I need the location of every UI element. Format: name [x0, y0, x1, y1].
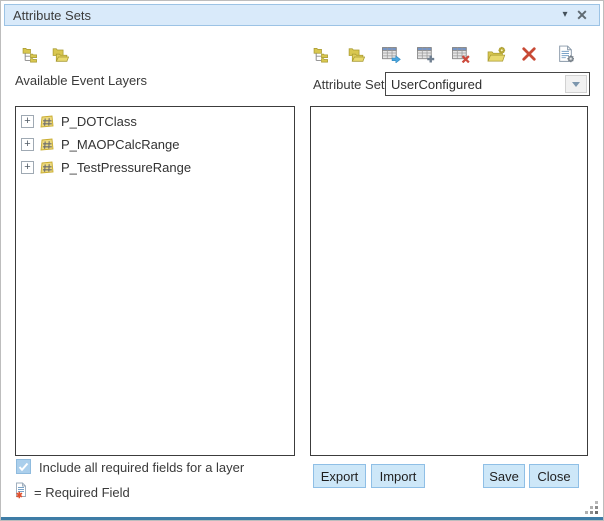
tree-row-p-testpressurerange[interactable]: + P_TestPressureRange	[16, 156, 294, 179]
table-delete-icon	[452, 46, 471, 63]
save-button[interactable]: Save	[483, 464, 525, 488]
attribute-set-combobox[interactable]: UserConfigured	[385, 72, 590, 96]
window-bottom-edge	[1, 517, 603, 520]
include-required-fields-label: Include all required fields for a layer	[39, 460, 244, 475]
chevron-down-icon	[572, 82, 580, 87]
import-button[interactable]: Import	[371, 464, 425, 488]
report-settings-icon	[557, 45, 574, 63]
attribute-set-contents-list[interactable]	[310, 106, 588, 456]
tree-row-p-maopcalcrange[interactable]: + P_MAOPCalcRange	[16, 133, 294, 156]
remove-table-button[interactable]	[451, 45, 471, 63]
combobox-dropdown-button[interactable]	[565, 75, 587, 93]
titlebar-menu-icon[interactable]: ▾	[557, 7, 573, 23]
delete-attribute-set-button[interactable]	[519, 45, 539, 63]
layer-label: P_DOTClass	[61, 114, 137, 129]
collapse-set-button[interactable]	[346, 45, 366, 63]
folders-icon	[347, 46, 365, 63]
new-attribute-set-button[interactable]	[486, 45, 506, 63]
export-table-button[interactable]	[381, 45, 401, 63]
close-button[interactable]: Close	[529, 464, 579, 488]
attribute-sets-window: Attribute Sets ▾ ✕	[0, 0, 604, 521]
required-field-legend-label: = Required Field	[34, 485, 130, 500]
check-icon	[18, 462, 29, 472]
expand-plus-icon[interactable]: +	[21, 161, 34, 174]
expand-plus-icon[interactable]: +	[21, 138, 34, 151]
collapse-layers-button[interactable]	[50, 45, 70, 63]
tree-expand-icon	[313, 46, 330, 63]
available-event-layers-label: Available Event Layers	[15, 73, 147, 88]
expand-layers-button[interactable]	[20, 45, 40, 63]
event-layer-tree: + P_DOTClass + P_MAOPCalcRang	[16, 107, 294, 179]
expand-plus-icon[interactable]: +	[21, 115, 34, 128]
include-required-fields-checkbox[interactable]	[16, 459, 31, 474]
expand-set-button[interactable]	[311, 45, 331, 63]
tree-expand-icon	[22, 46, 39, 63]
available-event-layers-list[interactable]: + P_DOTClass + P_MAOPCalcRang	[15, 106, 295, 456]
attribute-set-properties-button[interactable]	[555, 45, 575, 63]
event-layer-icon	[39, 114, 55, 130]
attribute-set-value: UserConfigured	[386, 77, 565, 92]
window-title: Attribute Sets	[13, 8, 91, 23]
red-x-icon	[522, 47, 536, 61]
table-arrow-icon	[382, 46, 401, 63]
tree-row-p-dotclass[interactable]: + P_DOTClass	[16, 110, 294, 133]
add-table-button[interactable]	[416, 45, 436, 63]
layer-label: P_MAOPCalcRange	[61, 137, 180, 152]
resize-grip[interactable]	[584, 500, 599, 515]
folders-icon	[51, 46, 69, 63]
export-button[interactable]: Export	[313, 464, 366, 488]
layer-label: P_TestPressureRange	[61, 160, 191, 175]
close-icon[interactable]: ✕	[573, 6, 591, 24]
required-field-icon	[13, 482, 29, 499]
titlebar: Attribute Sets ▾ ✕	[4, 4, 600, 26]
attribute-set-label: Attribute Set:	[313, 77, 388, 92]
table-add-icon	[417, 46, 436, 63]
event-layer-icon	[39, 160, 55, 176]
event-layer-icon	[39, 137, 55, 153]
folder-new-icon	[487, 46, 506, 63]
